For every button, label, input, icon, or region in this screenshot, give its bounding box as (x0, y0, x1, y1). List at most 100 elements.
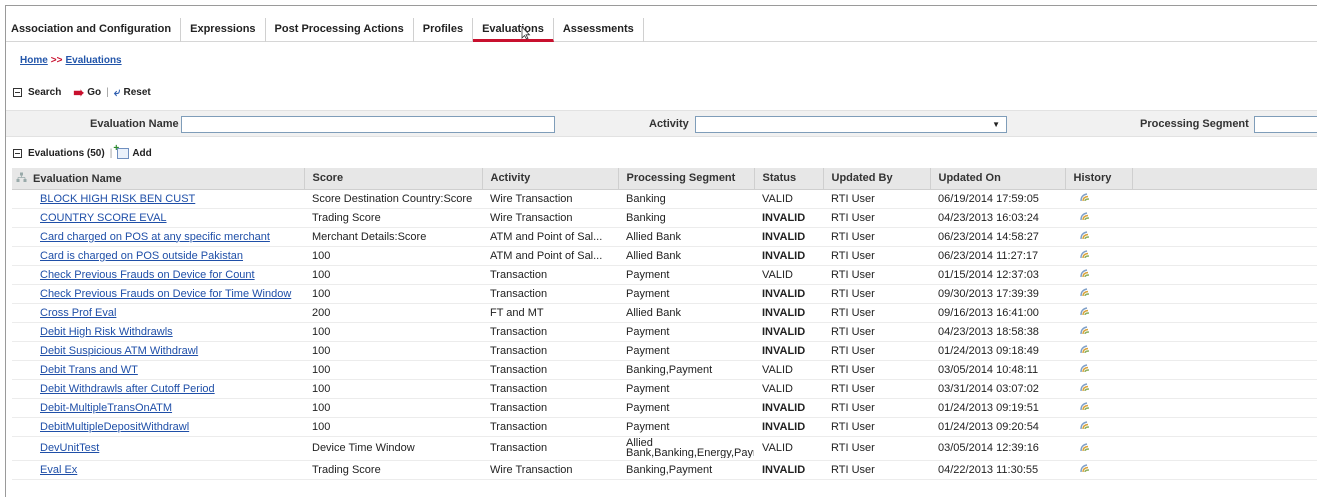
column-header-filler (1132, 168, 1317, 190)
updated-on-cell: 01/24/2013 09:20:54 (930, 417, 1065, 437)
processing-segment-cell: Payment (618, 417, 754, 437)
breadcrumb-separator: >> (50, 55, 63, 66)
processing-segment-input[interactable] (1254, 116, 1317, 133)
tab-assessments[interactable]: Assessments (554, 18, 644, 42)
arrow-right-icon[interactable]: ➠ (73, 86, 84, 99)
evaluation-name-input[interactable] (181, 116, 555, 133)
table-row[interactable]: DevUnitTest Device Time Window Transaction… (12, 436, 1317, 461)
history-icon[interactable] (1079, 210, 1091, 222)
history-icon[interactable] (1079, 400, 1091, 412)
tab-label: Assessments (562, 23, 634, 35)
processing-segment-text: Allied Bank (626, 230, 682, 243)
evaluation-name-link[interactable]: Card is charged on POS outside Pakistan (40, 250, 243, 262)
column-header-score[interactable]: Score (304, 168, 483, 190)
column-header-processing-segment[interactable]: Processing Segment (618, 168, 755, 190)
reset-icon[interactable]: ⤶ (114, 85, 121, 100)
add-button[interactable]: Add (132, 148, 151, 159)
history-icon[interactable] (1079, 229, 1091, 241)
add-icon[interactable] (113, 143, 130, 159)
chevron-down-icon: ▼ (992, 120, 1000, 129)
table-row[interactable]: Eval Ex Trading Score Wire Transaction Bank… (12, 460, 1317, 480)
filler-cell (1132, 417, 1317, 437)
activity-cell: Transaction (482, 398, 618, 418)
evaluation-name-link[interactable]: DevUnitTest (40, 442, 99, 454)
score-cell: 100 (304, 379, 482, 399)
table-row[interactable]: Debit Trans and WT 100 Transaction Banking,… (12, 360, 1317, 380)
column-header-updated-on[interactable]: Updated On (930, 168, 1066, 190)
table-row[interactable]: Check Previous Frauds on Device for Coun… (12, 265, 1317, 285)
reset-button[interactable]: Reset (124, 87, 151, 98)
column-header-history[interactable]: History (1065, 168, 1133, 190)
collapse-icon[interactable] (13, 149, 22, 158)
history-cell (1065, 227, 1132, 247)
table-row[interactable]: DebitMultipleDepositWithdrawl 100 Transact… (12, 417, 1317, 437)
table-row[interactable]: BLOCK HIGH RISK BEN CUST Score Destinatio… (12, 189, 1317, 209)
evaluation-name-link[interactable]: Cross Prof Eval (40, 307, 116, 319)
table-row[interactable]: Debit Withdrawls after Cutoff Period 100 T… (12, 379, 1317, 399)
column-header-evaluation-name[interactable]: Evaluation Name (12, 168, 305, 190)
filler-cell (1132, 189, 1317, 209)
tab-evaluations[interactable]: Evaluations (473, 18, 554, 42)
processing-segment-text: Banking,Payment (626, 463, 713, 476)
table-row[interactable]: Debit High Risk Withdrawls 100 Transaction… (12, 322, 1317, 342)
updated-by-cell: RTI User (823, 360, 930, 380)
score-cell: Score Destination Country:Score (304, 189, 482, 209)
tab-post-processing-actions[interactable]: Post Processing Actions (266, 18, 414, 42)
history-icon[interactable] (1079, 305, 1091, 317)
history-icon[interactable] (1079, 381, 1091, 393)
history-icon[interactable] (1079, 419, 1091, 431)
table-row[interactable]: Debit-MultipleTransOnATM 100 Transaction Pa… (12, 398, 1317, 418)
evaluation-name-link[interactable]: Debit-MultipleTransOnATM (40, 402, 172, 414)
evaluation-name-link[interactable]: Card charged on POS at any specific merc… (40, 231, 270, 243)
evaluation-name-link[interactable]: Debit Suspicious ATM Withdrawl (40, 345, 198, 357)
activity-cell: Transaction (482, 379, 618, 399)
table-row[interactable]: Card charged on POS at any specific merc… (12, 227, 1317, 247)
table-row[interactable]: COUNTRY SCORE EVAL Trading Score Wire Tran… (12, 208, 1317, 228)
evaluation-name-link[interactable]: Debit Trans and WT (40, 364, 138, 376)
table-row[interactable]: Check Previous Frauds on Device for Time… (12, 284, 1317, 304)
history-icon[interactable] (1079, 248, 1091, 260)
history-icon[interactable] (1079, 343, 1091, 355)
collapse-icon[interactable] (13, 88, 22, 97)
breadcrumb-home-link[interactable]: Home (20, 55, 48, 66)
tab-label: Association and Configuration (11, 23, 172, 35)
updated-by-cell: RTI User (823, 341, 930, 361)
updated-on-cell: 09/30/2013 17:39:39 (930, 284, 1065, 304)
evaluation-name-link[interactable]: DebitMultipleDepositWithdrawl (40, 421, 189, 433)
processing-segment-text: Allied Bank,Banking,Energy,Paym (626, 438, 754, 458)
table-row[interactable]: Cross Prof Eval 200 FT and MT Allied Bank IN… (12, 303, 1317, 323)
table-header-row: Evaluation Name Score Activity Processing S… (12, 168, 1317, 190)
column-header-updated-by[interactable]: Updated By (823, 168, 931, 190)
table-row[interactable]: Debit Suspicious ATM Withdrawl 100 Transac… (12, 341, 1317, 361)
evaluation-name-link[interactable]: Debit High Risk Withdrawls (40, 326, 173, 338)
evaluation-name-cell: Cross Prof Eval (12, 303, 304, 323)
tab-expressions[interactable]: Expressions (181, 18, 266, 42)
history-icon[interactable] (1079, 462, 1091, 474)
tab-association-and-configuration[interactable]: Association and Configuration (6, 18, 182, 42)
column-header-status[interactable]: Status (754, 168, 824, 190)
history-cell (1065, 379, 1132, 399)
activity-select[interactable]: ▼ (695, 116, 1007, 133)
updated-by-cell: RTI User (823, 227, 930, 247)
table-row[interactable]: Card is charged on POS outside Pakistan 1… (12, 246, 1317, 266)
column-header-label: Updated On (938, 172, 1001, 185)
breadcrumb-current-link[interactable]: Evaluations (65, 55, 121, 66)
tab-profiles[interactable]: Profiles (414, 18, 474, 42)
evaluation-name-link[interactable]: Eval Ex (40, 464, 77, 476)
history-icon[interactable] (1079, 324, 1091, 336)
evaluation-name-link[interactable]: Check Previous Frauds on Device for Coun… (40, 269, 255, 281)
history-icon[interactable] (1079, 286, 1091, 298)
column-header-activity[interactable]: Activity (482, 168, 619, 190)
evaluation-name-link[interactable]: COUNTRY SCORE EVAL (40, 212, 167, 224)
history-icon[interactable] (1079, 191, 1091, 203)
history-icon[interactable] (1079, 267, 1091, 279)
evaluation-name-link[interactable]: Debit Withdrawls after Cutoff Period (40, 383, 215, 395)
activity-cell: Wire Transaction (482, 189, 618, 209)
evaluation-name-link[interactable]: BLOCK HIGH RISK BEN CUST (40, 193, 195, 205)
evaluation-name-link[interactable]: Check Previous Frauds on Device for Time… (40, 288, 291, 300)
history-icon[interactable] (1079, 362, 1091, 374)
go-button[interactable]: Go (87, 87, 101, 98)
column-header-label: Processing Segment (626, 172, 736, 185)
history-icon[interactable] (1079, 441, 1091, 453)
column-header-label: Score (312, 172, 344, 185)
